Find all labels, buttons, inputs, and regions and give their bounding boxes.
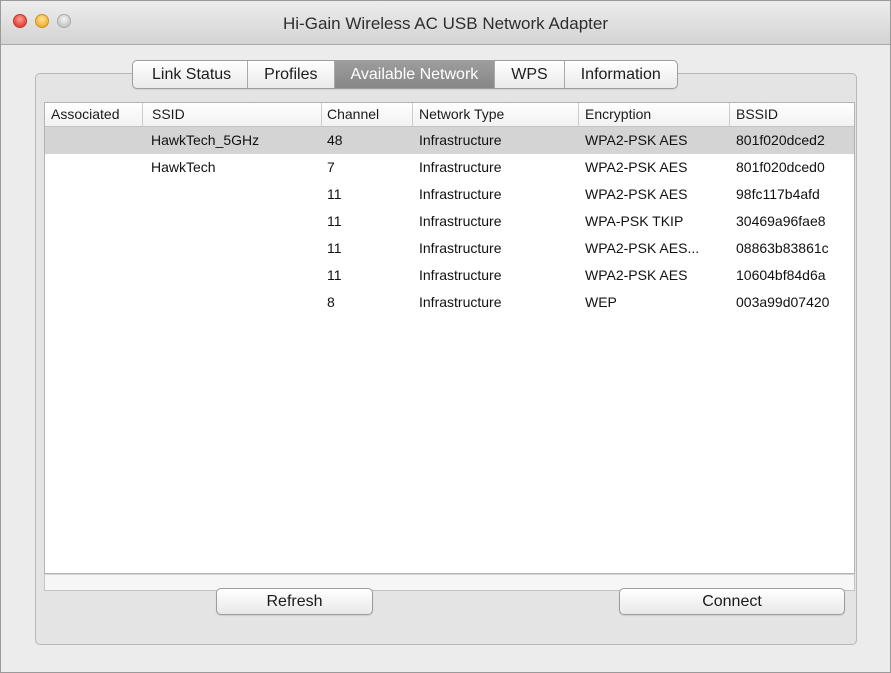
table-header: Associated SSID Channel Network Type Enc… [45,103,854,127]
table-row[interactable]: 11 Infrastructure WPA2-PSK AES 10604bf84… [45,262,854,289]
ssid-cell [151,262,316,289]
channel-cell: 11 [327,240,342,256]
table-row[interactable]: 11 Infrastructure WPA2-PSK AES... 08863b… [45,235,854,262]
ssid-cell [151,289,316,316]
ssid-cell [151,208,316,235]
tab-available-network[interactable]: Available Network [333,61,495,88]
encryption-cell: WPA-PSK TKIP [585,213,684,229]
channel-cell: 7 [327,159,335,175]
bssid-cell: 30469a96fae8 [736,213,826,229]
associated-cell [51,262,143,289]
refresh-button[interactable]: Refresh [216,588,373,615]
channel-cell: 11 [327,213,342,229]
associated-cell [51,154,143,181]
channel-cell: 11 [327,267,342,283]
table-right-edge [854,127,855,574]
bssid-cell: 003a99d07420 [736,294,830,310]
associated-cell [51,208,143,235]
tab-bar: Link Status Profiles Available Network W… [132,60,678,89]
network-type-cell: Infrastructure [419,132,502,148]
associated-cell [51,235,143,262]
encryption-cell: WEP [585,294,617,310]
column-header-encryption[interactable]: Encryption [579,103,730,126]
network-type-cell: Infrastructure [419,267,502,283]
tab-profiles[interactable]: Profiles [247,61,333,88]
ssid-cell [151,181,316,208]
table-row[interactable]: HawkTech 7 Infrastructure WPA2-PSK AES 8… [45,154,854,181]
network-type-cell: Infrastructure [419,159,502,175]
associated-cell [51,289,143,316]
ssid-cell: HawkTech [151,159,216,175]
app-window: Hi-Gain Wireless AC USB Network Adapter … [0,0,891,673]
associated-cell [51,181,143,208]
table-row[interactable]: HawkTech_5GHz 48 Infrastructure WPA2-PSK… [45,127,854,154]
window-title: Hi-Gain Wireless AC USB Network Adapter [283,14,608,33]
channel-cell: 48 [327,132,343,148]
table-row[interactable]: 8 Infrastructure WEP 003a99d07420 [45,289,854,316]
column-header-bssid[interactable]: BSSID [730,103,854,126]
bssid-cell: 801f020dced2 [736,132,825,148]
channel-cell: 8 [327,294,335,310]
associated-cell [51,127,143,154]
ssid-cell: HawkTech_5GHz [151,132,260,148]
table-row[interactable]: 11 Infrastructure WPA-PSK TKIP 30469a96f… [45,208,854,235]
tab-link-status[interactable]: Link Status [133,61,247,88]
column-header-ssid[interactable]: SSID [146,103,322,126]
encryption-cell: WPA2-PSK AES [585,186,688,202]
ssid-cell [151,235,316,262]
network-type-cell: Infrastructure [419,213,502,229]
bssid-cell: 801f020dced0 [736,159,825,175]
network-type-cell: Infrastructure [419,294,502,310]
table-row[interactable]: 11 Infrastructure WPA2-PSK AES 98fc117b4… [45,181,854,208]
column-header-network-type[interactable]: Network Type [413,103,579,126]
column-header-channel[interactable]: Channel [321,103,413,126]
encryption-cell: WPA2-PSK AES [585,132,688,148]
network-type-cell: Infrastructure [419,240,502,256]
network-table[interactable]: Associated SSID Channel Network Type Enc… [44,102,855,574]
title-bar: Hi-Gain Wireless AC USB Network Adapter [1,1,890,45]
bssid-cell: 08863b83861c [736,240,829,256]
encryption-cell: WPA2-PSK AES [585,159,688,175]
bssid-cell: 98fc117b4afd [736,186,820,202]
network-type-cell: Infrastructure [419,186,502,202]
tab-information[interactable]: Information [563,61,677,88]
column-header-associated[interactable]: Associated [45,103,143,126]
bssid-cell: 10604bf84d6a [736,267,826,283]
encryption-cell: WPA2-PSK AES... [585,240,700,256]
connect-button[interactable]: Connect [619,588,845,615]
encryption-cell: WPA2-PSK AES [585,267,688,283]
channel-cell: 11 [327,186,342,202]
tab-wps[interactable]: WPS [494,61,563,88]
